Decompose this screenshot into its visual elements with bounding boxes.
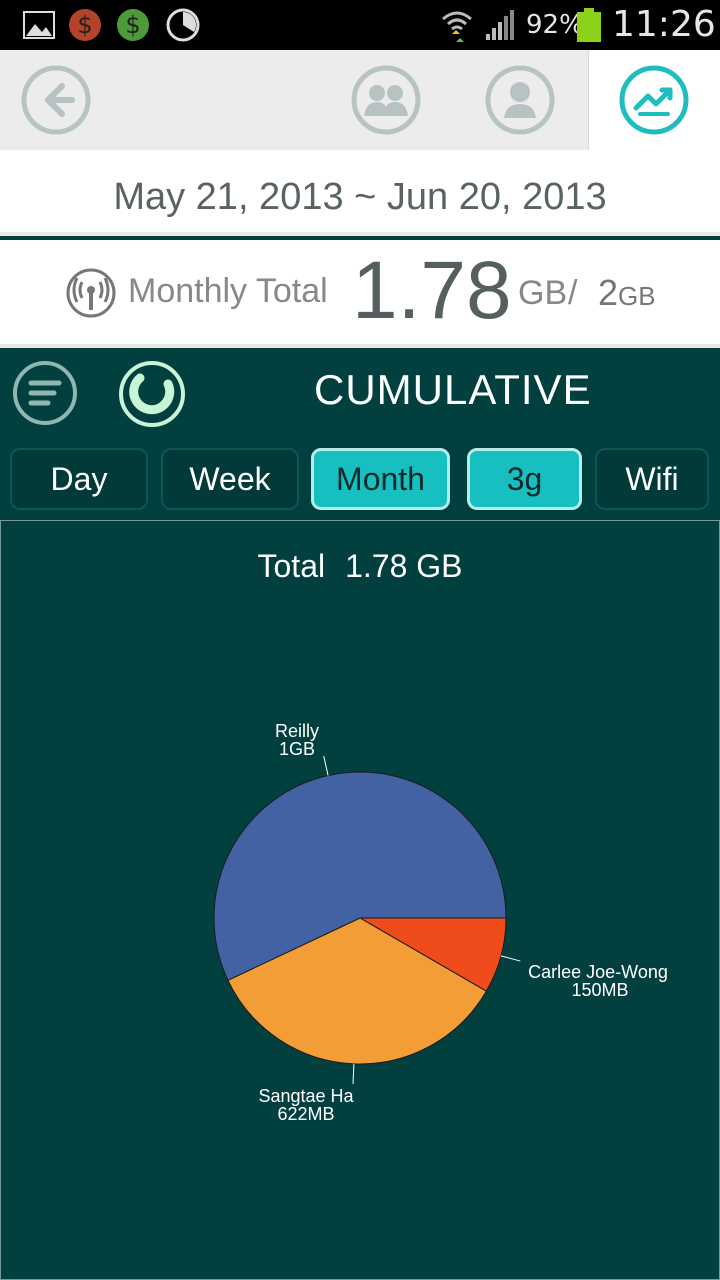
- dollar-red-icon: $: [69, 9, 101, 41]
- monthly-total-value: 1.78: [352, 245, 512, 336]
- menu-icon[interactable]: [12, 360, 78, 426]
- monthly-limit: 2GB: [598, 272, 656, 314]
- monthly-limit-value: 2: [598, 272, 619, 313]
- date-range[interactable]: May 21, 2013 ~ Jun 20, 2013: [0, 176, 720, 219]
- image-icon: [23, 11, 55, 39]
- group-users-icon: [351, 65, 421, 135]
- group-button[interactable]: [346, 50, 426, 150]
- back-arrow-icon: [21, 65, 91, 135]
- tab-month[interactable]: Month: [311, 448, 450, 510]
- pie-chart: [213, 755, 521, 1084]
- pie-label-carlee-name: Carlee Joe-Wong: [528, 962, 668, 982]
- pie-label-reilly-name: Reilly: [274, 721, 319, 741]
- tab-day[interactable]: Day: [10, 448, 148, 510]
- wifi-icon: [442, 11, 472, 42]
- trend-chart-icon: [619, 65, 689, 135]
- monthly-total-unit: GB: [518, 274, 568, 312]
- tab-3g[interactable]: 3g: [467, 448, 582, 510]
- monthly-total-separator: /: [568, 274, 578, 312]
- pie-label-reilly: Reilly 1GB: [252, 722, 342, 758]
- pie-label-carlee-value: 150MB: [571, 980, 629, 1000]
- status-bar: $ $ 92% 11:26: [0, 0, 720, 50]
- pie-label-sangtae-name: Sangtae Ha: [258, 1086, 354, 1106]
- dollar-green-icon: $: [117, 9, 149, 41]
- signal-icon: [486, 10, 514, 40]
- svg-text:$: $: [77, 11, 92, 39]
- panel-title: CUMULATIVE: [314, 366, 592, 413]
- stats-button[interactable]: [614, 50, 694, 150]
- top-toolbar: [0, 50, 720, 150]
- pie-label-carlee: Carlee Joe-Wong 150MB: [520, 963, 676, 999]
- clock-icon: [166, 8, 200, 42]
- back-button[interactable]: [14, 50, 98, 150]
- pie-leader-reilly: [323, 755, 329, 776]
- pie-label-sangtae: Sangtae Ha 622MB: [250, 1087, 362, 1123]
- clock-time: 11:26: [612, 4, 716, 45]
- user-icon: [485, 65, 555, 135]
- monthly-limit-unit: GB: [618, 281, 656, 311]
- antenna-icon: [66, 268, 116, 318]
- battery-icon: [577, 8, 601, 42]
- pie-label-sangtae-value: 622MB: [277, 1104, 335, 1124]
- pie-label-reilly-value: 1GB: [278, 739, 316, 759]
- cumulative-icon[interactable]: [118, 360, 186, 428]
- tab-week[interactable]: Week: [161, 448, 299, 510]
- pie-leader-sangtae: [352, 1063, 355, 1084]
- tab-wifi[interactable]: Wifi: [595, 448, 709, 510]
- user-button[interactable]: [480, 50, 560, 150]
- pie-leader-carlee: [500, 955, 521, 962]
- monthly-total-label: Monthly Total: [128, 272, 328, 310]
- svg-text:$: $: [125, 11, 140, 39]
